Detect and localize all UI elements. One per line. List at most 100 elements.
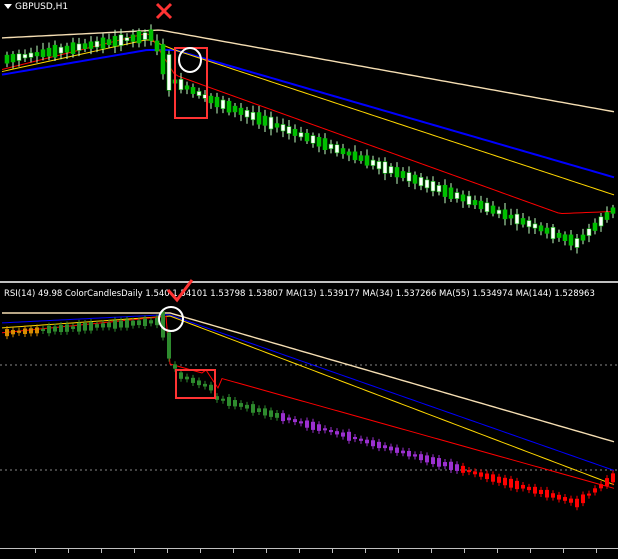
- candle-body: [305, 420, 309, 428]
- candle-body: [112, 35, 118, 47]
- ma55-line: [1, 49, 615, 179]
- candle-body: [419, 454, 423, 461]
- candle-body: [310, 135, 316, 144]
- candle-body: [394, 167, 400, 178]
- candle-body: [436, 185, 442, 193]
- candle-body: [29, 328, 33, 334]
- candle-body: [245, 404, 249, 409]
- candle-body: [545, 489, 549, 498]
- candle-body: [478, 200, 484, 210]
- time-axis-tick: [596, 549, 597, 553]
- candle-body: [88, 41, 94, 49]
- candle-body: [191, 377, 195, 383]
- candle-body: [598, 216, 604, 227]
- indicator-label: RSI(14) 49.98 ColorCandlesDaily 1.540 1.…: [4, 289, 595, 299]
- candle-body: [238, 107, 244, 115]
- time-axis-tick: [134, 549, 135, 553]
- candle-body: [575, 498, 579, 508]
- candle-body: [581, 494, 585, 504]
- candle-body: [496, 209, 502, 215]
- candle-body: [226, 100, 232, 113]
- candle-body: [533, 486, 537, 494]
- time-axis-tick: [200, 549, 201, 553]
- candle-body: [412, 174, 418, 184]
- candle-body: [203, 383, 207, 387]
- candle-body: [395, 447, 399, 453]
- candle-body: [89, 322, 93, 331]
- candle-body: [214, 96, 220, 108]
- bottom-ma13-line: [1, 315, 615, 489]
- candle-body: [508, 214, 514, 219]
- candle-body: [382, 161, 388, 174]
- candle-body: [377, 441, 381, 449]
- candle-body: [173, 364, 177, 369]
- candle-body: [317, 424, 321, 431]
- candle-body: [371, 440, 375, 447]
- candle-body: [479, 472, 483, 477]
- candle-body: [551, 493, 555, 498]
- candle-body: [155, 317, 159, 326]
- candle-body: [574, 238, 580, 248]
- indicator-strip: RSI(14) 49.98 ColorCandlesDaily 1.540 1.…: [0, 284, 618, 307]
- main-chart-canvas[interactable]: [0, 0, 618, 281]
- candle-body: [166, 54, 172, 91]
- candle-body: [299, 421, 303, 424]
- candle-body: [376, 161, 382, 170]
- candle-body: [520, 218, 526, 225]
- candle-body: [587, 493, 591, 496]
- candle-body: [281, 413, 285, 422]
- time-axis-tick: [398, 549, 399, 553]
- bottom-ma34-line: [1, 315, 615, 486]
- candle-body: [293, 419, 297, 423]
- candle-body: [232, 105, 238, 113]
- candle-body: [400, 171, 406, 178]
- candle-body: [251, 404, 255, 413]
- candle-body: [358, 155, 364, 161]
- candle-body: [220, 99, 226, 110]
- candle-body: [340, 148, 346, 155]
- candle-body: [568, 234, 574, 246]
- candle-body: [335, 431, 339, 435]
- time-axis-tick: [167, 549, 168, 553]
- candle-body: [65, 324, 69, 332]
- ma144-line: [1, 29, 615, 113]
- candle-body: [137, 320, 141, 326]
- candle-body: [268, 116, 274, 130]
- candle-body: [527, 486, 531, 491]
- candle-body: [197, 380, 201, 386]
- candle-body: [449, 461, 453, 470]
- candle-body: [244, 110, 250, 118]
- candle-body: [359, 438, 363, 441]
- candle-body: [71, 326, 75, 329]
- main-chart-pane[interactable]: GBPUSD,H1: [0, 0, 618, 281]
- candle-body: [35, 327, 39, 334]
- chart-title-label: GBPUSD,H1: [15, 2, 69, 12]
- time-axis-tick: [332, 549, 333, 553]
- candle-body: [280, 124, 286, 132]
- candle-body: [467, 470, 471, 473]
- candle-body: [131, 320, 135, 326]
- candle-body: [413, 454, 417, 457]
- candle-body: [124, 37, 130, 42]
- candle-body: [100, 37, 106, 49]
- candle-body: [316, 137, 322, 147]
- candle-body: [70, 42, 76, 54]
- chevron-down-icon: [4, 4, 12, 9]
- candle-body: [130, 34, 136, 42]
- indicator-chart-pane[interactable]: [0, 308, 618, 548]
- candle-body: [580, 234, 586, 241]
- candle-body: [221, 398, 225, 401]
- pane-divider[interactable]: [0, 281, 618, 283]
- candle-body: [605, 478, 609, 486]
- indicator-chart-canvas[interactable]: [0, 308, 618, 548]
- candle-body: [323, 428, 327, 431]
- time-axis-tick: [35, 549, 36, 553]
- candle-body: [497, 476, 501, 483]
- candle-body: [329, 429, 333, 433]
- candle-body: [202, 94, 208, 99]
- candle-body: [406, 172, 412, 182]
- candle-body: [257, 408, 261, 413]
- candle-body: [274, 123, 280, 128]
- candle-body: [532, 223, 538, 229]
- candle-body: [136, 31, 142, 44]
